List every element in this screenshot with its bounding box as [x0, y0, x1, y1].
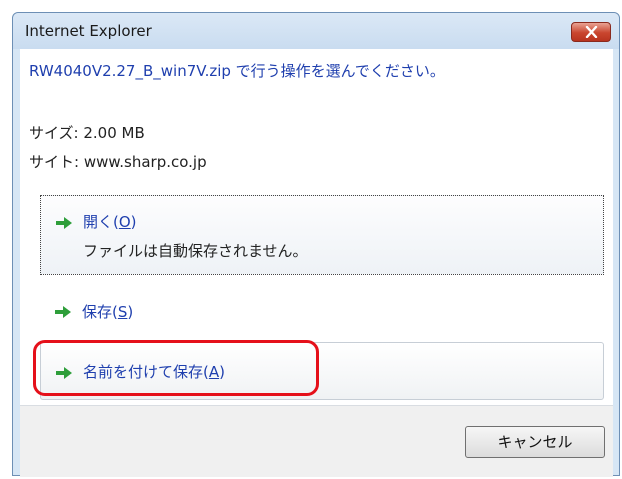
- arrow-right-icon: [55, 306, 71, 318]
- close-button[interactable]: [571, 22, 611, 42]
- window-title: Internet Explorer: [25, 22, 152, 40]
- save-option[interactable]: 保存(S): [40, 291, 604, 331]
- arrow-right-icon: [56, 217, 72, 229]
- file-size-text: サイズ: 2.00 MB: [29, 124, 145, 142]
- save-option-label: 保存(S): [82, 303, 134, 321]
- source-site-text: サイト: www.sharp.co.jp: [29, 153, 207, 171]
- dialog-message: RW4040V2.27_B_win7V.zip で行う操作を選んでください。: [29, 62, 445, 80]
- close-icon: [585, 26, 598, 38]
- open-option[interactable]: 開く(O) ファイルは自動保存されません。: [40, 195, 604, 275]
- cancel-button[interactable]: キャンセル: [465, 426, 605, 458]
- open-option-label: 開く(O): [83, 213, 137, 231]
- download-dialog: Internet Explorer RW4040V2.27_B_win7V.zi…: [12, 12, 620, 477]
- title-bar[interactable]: Internet Explorer: [13, 13, 619, 49]
- dialog-footer: キャンセル: [20, 405, 613, 477]
- save-as-highlight-box: [33, 340, 319, 396]
- open-option-description: ファイルは自動保存されません。: [83, 242, 308, 260]
